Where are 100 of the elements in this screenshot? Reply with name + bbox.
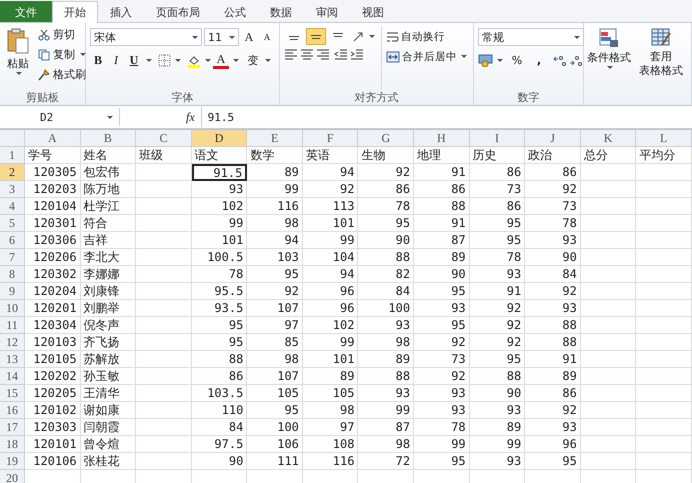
format-as-table-button[interactable]: 套用 表格格式 bbox=[637, 26, 685, 105]
caret-icon[interactable] bbox=[369, 35, 375, 38]
column-header[interactable]: F bbox=[302, 130, 358, 147]
row-header[interactable]: 11 bbox=[0, 317, 25, 334]
merge-center-button[interactable]: 合并后居中 bbox=[385, 48, 468, 65]
formula-input[interactable]: 91.5 bbox=[200, 107, 692, 127]
copy-button[interactable]: 复制 bbox=[36, 46, 88, 63]
row-header[interactable]: 18 bbox=[0, 436, 25, 453]
ribbon-tab[interactable]: 页面布局 bbox=[144, 1, 212, 22]
increase-indent-icon[interactable] bbox=[350, 48, 364, 60]
caret-icon[interactable] bbox=[497, 59, 503, 62]
row-header[interactable]: 1 bbox=[0, 147, 25, 164]
ribbon-tab[interactable]: 视图 bbox=[350, 1, 396, 22]
row-header[interactable]: 8 bbox=[0, 266, 25, 283]
column-header[interactable]: L bbox=[636, 130, 692, 147]
row-header[interactable]: 16 bbox=[0, 402, 25, 419]
column-header[interactable]: I bbox=[470, 130, 526, 147]
table-cell: 86 bbox=[470, 198, 526, 215]
file-tab[interactable]: 文件 bbox=[0, 1, 52, 22]
horizontal-align-icon[interactable] bbox=[316, 48, 330, 60]
table-cell: 92 bbox=[247, 283, 303, 300]
empty-cell bbox=[136, 198, 192, 215]
ribbon-tab[interactable]: 数据 bbox=[258, 1, 304, 22]
caret-icon[interactable] bbox=[146, 59, 152, 62]
shrink-font-button[interactable]: A bbox=[259, 28, 275, 46]
table-cell: 英语 bbox=[302, 147, 358, 164]
underline-button[interactable]: U bbox=[126, 52, 142, 69]
row-header[interactable]: 10 bbox=[0, 300, 25, 317]
decrease-indent-icon[interactable] bbox=[334, 48, 348, 60]
phonetic-guide-button[interactable]: 变 bbox=[245, 52, 261, 69]
row-header[interactable]: 12 bbox=[0, 334, 25, 351]
colored-grid-icon bbox=[598, 27, 620, 49]
empty-cell bbox=[636, 453, 692, 470]
fill-color-icon[interactable] bbox=[187, 54, 201, 68]
insert-function-button[interactable]: fx bbox=[180, 110, 201, 124]
row-header[interactable]: 4 bbox=[0, 198, 25, 215]
borders-icon[interactable] bbox=[158, 54, 171, 67]
row-header[interactable]: 5 bbox=[0, 215, 25, 232]
name-box[interactable]: D2 bbox=[0, 108, 120, 126]
conditional-formatting-button[interactable]: 条件格式 bbox=[585, 26, 633, 105]
row-header[interactable]: 13 bbox=[0, 351, 25, 368]
column-header[interactable]: H bbox=[414, 130, 470, 147]
row-header[interactable]: 15 bbox=[0, 385, 25, 402]
number-format-dropdown[interactable]: 常规 bbox=[478, 28, 584, 46]
decrease-decimal-icon[interactable] bbox=[569, 54, 583, 66]
column-header[interactable]: J bbox=[525, 130, 581, 147]
table-cell: 94 bbox=[302, 266, 358, 283]
horizontal-align-icon[interactable] bbox=[300, 48, 314, 60]
font-name-dropdown[interactable]: 宋体 bbox=[90, 28, 202, 46]
text-orientation-icon[interactable] bbox=[352, 30, 365, 42]
caret-icon bbox=[607, 66, 613, 69]
font-size-dropdown[interactable]: 11 bbox=[204, 28, 239, 46]
column-header[interactable]: D bbox=[192, 130, 248, 147]
increase-decimal-icon[interactable] bbox=[553, 54, 567, 66]
comma-button[interactable]: , bbox=[531, 52, 547, 69]
column-header[interactable]: E bbox=[247, 130, 303, 147]
currency-icon[interactable] bbox=[478, 54, 493, 67]
column-header[interactable]: K bbox=[580, 130, 636, 147]
caret-icon bbox=[229, 36, 235, 38]
font-color-button[interactable]: A bbox=[213, 52, 229, 69]
vertical-align-button[interactable] bbox=[306, 28, 326, 45]
table-cell: 93 bbox=[358, 317, 414, 334]
percent-button[interactable]: % bbox=[509, 52, 525, 69]
ribbon-tab[interactable]: 插入 bbox=[98, 1, 144, 22]
bold-button[interactable]: B bbox=[90, 52, 106, 69]
row-header[interactable]: 17 bbox=[0, 419, 25, 436]
row-header[interactable]: 9 bbox=[0, 283, 25, 300]
row-header[interactable]: 6 bbox=[0, 232, 25, 249]
caret-icon[interactable] bbox=[205, 59, 211, 62]
table-cell: 倪冬声 bbox=[80, 317, 136, 334]
table-cell: 92 bbox=[414, 334, 470, 351]
italic-button[interactable]: I bbox=[108, 52, 124, 69]
cut-button[interactable]: 剪切 bbox=[36, 26, 88, 43]
caret-icon[interactable] bbox=[233, 59, 239, 62]
row-header[interactable]: 14 bbox=[0, 368, 25, 385]
ribbon-tab[interactable]: 审阅 bbox=[304, 1, 350, 22]
column-header[interactable]: A bbox=[25, 130, 81, 147]
table-cell: 99 bbox=[302, 232, 358, 249]
column-header[interactable]: C bbox=[136, 130, 192, 147]
row-header[interactable]: 3 bbox=[0, 181, 25, 198]
row-header[interactable]: 7 bbox=[0, 249, 25, 266]
row-header[interactable]: 20 bbox=[0, 470, 25, 483]
caret-icon[interactable] bbox=[175, 59, 181, 62]
column-header[interactable]: B bbox=[80, 130, 136, 147]
ribbon-tab[interactable]: 开始 bbox=[52, 1, 98, 23]
format-painter-button[interactable]: 格式刷 bbox=[36, 66, 88, 83]
horizontal-align-icon[interactable] bbox=[284, 48, 298, 60]
row-header[interactable]: 19 bbox=[0, 453, 25, 470]
empty-cell bbox=[580, 283, 636, 300]
empty-cell bbox=[580, 164, 636, 181]
ribbon-tab[interactable]: 公式 bbox=[212, 1, 258, 22]
table-cell: 120106 bbox=[25, 453, 81, 470]
grow-font-button[interactable]: A bbox=[241, 28, 257, 46]
paste-button[interactable]: 粘贴 bbox=[4, 26, 32, 90]
caret-icon[interactable] bbox=[265, 59, 271, 62]
empty-cell bbox=[636, 181, 692, 198]
column-header[interactable]: G bbox=[358, 130, 414, 147]
row-header[interactable]: 2 bbox=[0, 164, 25, 181]
wrap-text-button[interactable]: 自动换行 bbox=[385, 28, 468, 45]
align-lines-icon bbox=[333, 33, 343, 37]
